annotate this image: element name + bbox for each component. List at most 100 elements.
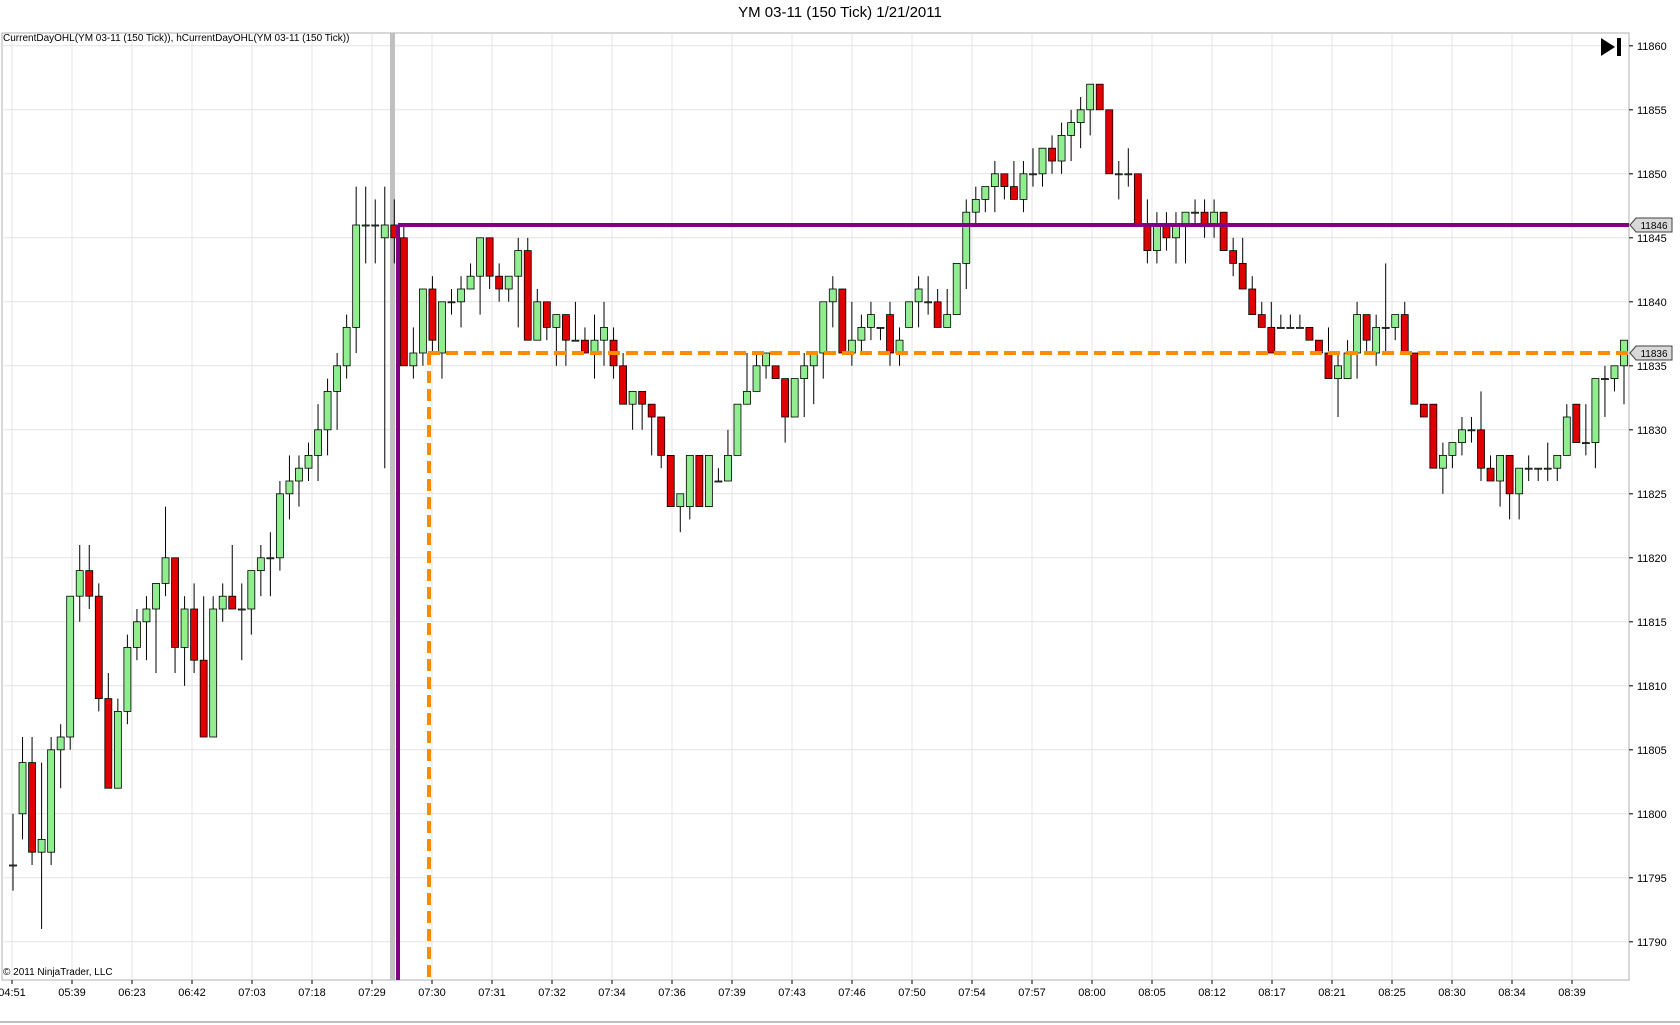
candle: [380, 186, 389, 469]
y-tick-label: 11805: [1637, 745, 1667, 757]
x-tick-label: 07:57: [1018, 987, 1046, 999]
candle-body: [1143, 224, 1152, 252]
candle-body: [990, 173, 999, 188]
candle: [714, 468, 723, 483]
candle: [142, 596, 151, 661]
candle: [1219, 211, 1228, 251]
candle: [1610, 365, 1619, 392]
price-chart[interactable]: 11846 11836 11790 11795 11800 11805 11810 1181…: [0, 0, 1680, 1025]
candle-body: [123, 647, 132, 712]
candle-body: [1334, 365, 1342, 379]
high-price-marker-label: 11846: [1640, 221, 1668, 232]
candle: [743, 353, 751, 405]
candle: [1257, 301, 1266, 328]
candle-body: [819, 301, 828, 354]
candle-body: [457, 288, 465, 303]
x-tick-label: 07:03: [238, 987, 266, 999]
candle: [1172, 212, 1180, 264]
candle-body: [438, 301, 446, 354]
candle-body: [352, 224, 361, 328]
candle-body: [399, 237, 408, 367]
x-tick-label: 06:23: [118, 987, 146, 999]
candle-body: [552, 314, 561, 328]
candle: [1410, 352, 1419, 405]
session-break: [390, 33, 395, 980]
candle: [285, 455, 294, 520]
candle: [1601, 365, 1609, 417]
candle: [1419, 403, 1428, 418]
session-break-line: [390, 33, 395, 980]
candle-body: [752, 365, 761, 392]
candle-body: [1219, 211, 1228, 251]
candle-body: [161, 557, 170, 584]
candle: [56, 724, 65, 789]
candle: [495, 263, 504, 302]
candle: [905, 301, 913, 328]
candle-body: [1362, 314, 1371, 341]
candle-body: [867, 314, 875, 328]
candle-body: [218, 595, 227, 610]
candle: [552, 314, 561, 366]
candle-body: [133, 621, 141, 648]
candle-body: [1229, 250, 1238, 264]
candle: [1591, 378, 1600, 469]
candle-body: [1591, 378, 1600, 444]
candle: [704, 454, 713, 507]
candle: [1429, 403, 1438, 469]
candle: [28, 737, 36, 865]
candle-body: [914, 288, 923, 303]
candle-body: [1562, 416, 1571, 456]
candle: [66, 595, 75, 750]
candle: [771, 365, 780, 379]
candle-body: [276, 493, 284, 559]
x-tick-label: 08:17: [1258, 987, 1286, 999]
candle: [1343, 340, 1352, 380]
candle-body: [743, 390, 751, 405]
day-levels: 11846 11836: [396, 217, 1673, 980]
y-tick-label: 11855: [1637, 105, 1667, 117]
candle-body: [790, 378, 799, 418]
candle: [542, 301, 551, 341]
candle-body: [1448, 442, 1457, 456]
x-tick-label: 07:31: [478, 987, 506, 999]
y-tick-label: 11850: [1637, 169, 1667, 181]
candle-body: [666, 454, 675, 507]
y-tick-label: 11800: [1637, 809, 1667, 821]
candle-body: [828, 288, 837, 303]
candle-body: [66, 595, 75, 738]
candle-body: [657, 416, 666, 456]
candle: [800, 353, 809, 417]
candle: [1448, 442, 1457, 469]
candle-body: [1505, 454, 1514, 495]
candle-body: [1133, 173, 1142, 226]
candle-body: [800, 365, 809, 379]
candle: [276, 481, 284, 571]
candle: [457, 276, 465, 328]
candle: [1067, 109, 1076, 161]
candle-body: [1515, 467, 1524, 495]
candle-body: [1048, 147, 1056, 162]
grid: [0, 32, 1680, 1023]
candle: [867, 301, 875, 341]
candle-body: [333, 365, 342, 392]
candle-body: [1524, 467, 1533, 470]
candle-body: [542, 301, 551, 328]
candle: [1372, 314, 1381, 366]
candle: [733, 403, 742, 456]
x-tick-label: 07:36: [658, 987, 686, 999]
plot-frame: [1, 32, 1630, 981]
candle-body: [1381, 326, 1390, 329]
skip-to-end-icon[interactable]: [1598, 36, 1624, 58]
candle: [895, 327, 904, 366]
x-tick-label: 07:29: [358, 987, 386, 999]
candle: [676, 493, 685, 533]
candle: [971, 186, 980, 225]
candle-body: [113, 711, 122, 789]
y-tick-label: 11845: [1637, 233, 1667, 245]
candle: [981, 186, 990, 213]
candle-body: [1248, 288, 1257, 316]
candle: [133, 609, 141, 661]
candle-body: [142, 608, 151, 623]
candle-body: [771, 365, 780, 379]
candle-body: [1076, 109, 1085, 124]
